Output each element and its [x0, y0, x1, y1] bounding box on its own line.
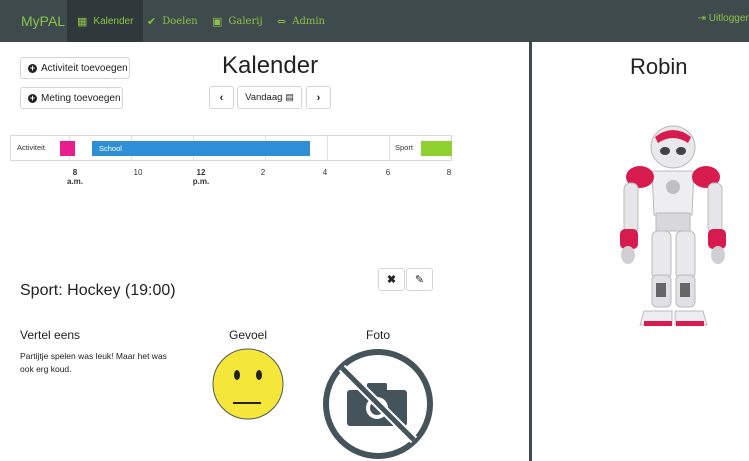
calendar-icon: ▦ [77, 15, 88, 28]
tick-sub: a.m. [66, 177, 83, 186]
logout-label: Uitloggen [708, 13, 749, 24]
timeline-row-label: Activiteit [17, 143, 45, 152]
timeline-tick: 8 [434, 168, 464, 177]
nav-item-admin[interactable]: ⇔ Admin [277, 0, 325, 42]
timeline-gridline [327, 136, 328, 160]
tell-text: Partijtje spelen was leuk! Maar het was … [20, 351, 167, 374]
nav-item-galerij[interactable]: ▣ Galerij [212, 0, 263, 42]
delete-event-button[interactable]: ✖ [378, 268, 405, 291]
timeline-gridline [389, 136, 390, 160]
nav-item-kalender[interactable]: ▦ Kalender [67, 0, 144, 42]
today-button[interactable]: Vandaag ▤ [237, 86, 302, 109]
add-measurement-label: Meting toevoegen [41, 92, 121, 104]
nav-item-doelen[interactable]: ✔ Doelen [147, 0, 198, 42]
chevron-left-icon: ‹ [219, 91, 224, 104]
no-camera-icon[interactable] [321, 347, 435, 461]
feeling-heading: Gevoel [229, 328, 268, 342]
plus-circle-icon: + [28, 92, 37, 103]
timeline-event-label: Sport [395, 143, 413, 152]
calendar-icon: ▤ [285, 92, 294, 102]
chevron-right-icon: › [316, 91, 321, 104]
tick-value: 10 [133, 168, 143, 177]
tick-value: 12 [196, 168, 206, 177]
robot-image [620, 125, 726, 326]
timeline-event-bar[interactable] [421, 141, 452, 156]
tell-heading: Vertel eens [20, 328, 81, 342]
top-navbar: MyPAL ▦ Kalender ✔ Doelen ▣ Galerij ⇔ Ad… [0, 0, 749, 42]
day-timeline: Activiteit School Sport [10, 135, 452, 161]
timeline-event-label: School [99, 144, 122, 153]
timeline-event-bar[interactable]: School [92, 141, 310, 156]
tick-sub: p.m. [192, 177, 210, 186]
check-icon: ✔ [147, 14, 157, 28]
close-icon: ✖ [386, 274, 397, 286]
add-activity-button[interactable]: + Activiteit toevoegen [20, 57, 130, 79]
event-title: Sport: Hockey (19:00) [20, 282, 176, 299]
add-activity-label: Activiteit toevoegen [41, 62, 128, 74]
pencil-icon: ✎ [414, 274, 425, 286]
neutral-face-icon [212, 348, 284, 420]
tick-value: 4 [322, 168, 328, 177]
robot-name: Robin [630, 54, 688, 79]
tick-value: 6 [385, 168, 391, 177]
brand-logo[interactable]: MyPAL [21, 13, 65, 29]
image-icon: ▣ [212, 14, 223, 28]
link-icon: ⇔ [277, 14, 287, 28]
plus-circle-icon: + [28, 62, 37, 73]
timeline-event-bar[interactable] [60, 141, 75, 156]
page-title: Kalender [222, 52, 319, 79]
timeline-tick: 12 p.m. [186, 168, 216, 186]
nav-item-label: Galerij [228, 15, 263, 27]
nav-item-label: Admin [292, 15, 325, 27]
photo-heading: Foto [366, 328, 391, 342]
add-measurement-button[interactable]: + Meting toevoegen [20, 87, 123, 109]
timeline-tick: 2 [248, 168, 278, 177]
today-label: Vandaag [245, 92, 283, 103]
nav-item-label: Kalender [93, 15, 134, 27]
tick-value: 8 [72, 168, 78, 177]
timeline-tick: 4 [310, 168, 340, 177]
timeline-tick: 8 a.m. [60, 168, 90, 186]
logout-icon: ⇥ [697, 13, 706, 24]
timeline-tick: 6 [373, 168, 403, 177]
edit-event-button[interactable]: ✎ [406, 268, 433, 291]
prev-day-button[interactable]: ‹ [209, 86, 234, 109]
nav-item-label: Doelen [162, 15, 198, 27]
tick-value: 2 [260, 168, 266, 177]
next-day-button[interactable]: › [306, 86, 331, 109]
pane-divider [529, 42, 532, 461]
logout-link[interactable]: ⇥ Uitloggen [698, 13, 749, 24]
tick-value: 8 [446, 168, 452, 177]
timeline-tick: 10 [123, 168, 153, 177]
